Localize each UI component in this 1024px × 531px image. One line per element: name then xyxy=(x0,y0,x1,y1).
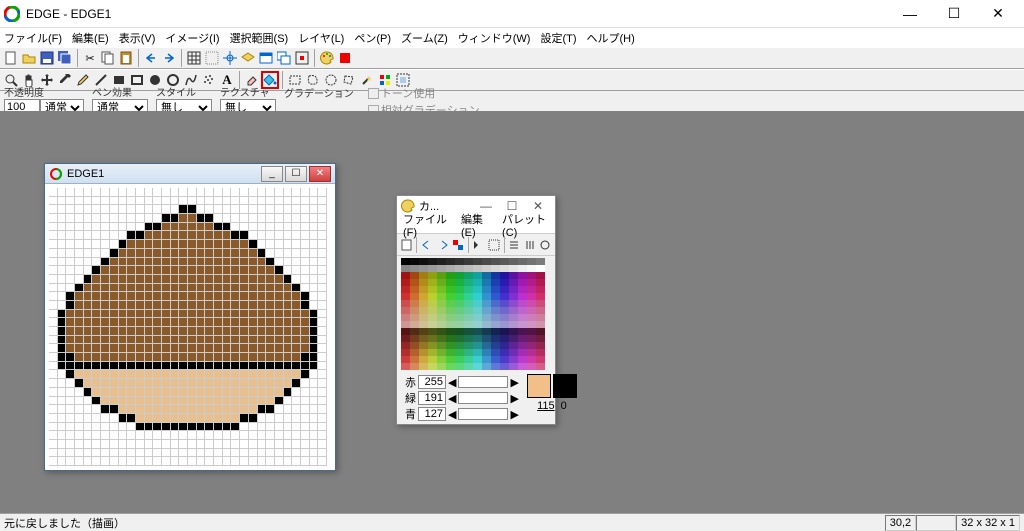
redo-icon[interactable] xyxy=(160,49,178,67)
opacity-label: 不透明度 xyxy=(4,84,44,99)
b-slider[interactable] xyxy=(458,408,508,420)
open-file-icon[interactable] xyxy=(20,49,38,67)
g-slider[interactable] xyxy=(458,392,508,404)
window-icon[interactable] xyxy=(257,49,275,67)
cut-icon[interactable]: ✂ xyxy=(81,49,99,67)
pen-effect-label: ペン効果 xyxy=(92,84,132,99)
r-input[interactable] xyxy=(418,375,446,389)
status-message: 元に戻しました（描画） xyxy=(4,515,885,531)
status-coords: 30,2 xyxy=(885,515,916,531)
menu-image[interactable]: イメージ(I) xyxy=(165,30,219,46)
pal-new-icon[interactable] xyxy=(399,236,414,254)
app-logo-icon xyxy=(49,167,63,181)
palette-toolbar xyxy=(397,234,555,256)
main-titlebar: EDGE - EDGE1 — ☐ ✕ xyxy=(0,0,1024,28)
texture-label: テクスチャ xyxy=(220,84,270,99)
menu-layer[interactable]: レイヤ(L) xyxy=(298,30,344,46)
menu-window[interactable]: ウィンドウ(W) xyxy=(458,30,531,46)
style-label: スタイル xyxy=(156,84,196,99)
new-file-icon[interactable] xyxy=(2,49,20,67)
pal-pick-icon[interactable] xyxy=(471,236,486,254)
menu-zoom[interactable]: ズーム(Z) xyxy=(401,30,448,46)
grid-icon[interactable] xyxy=(185,49,203,67)
menu-help[interactable]: ヘルプ(H) xyxy=(587,30,635,46)
status-size: 32 x 32 x 1 xyxy=(956,515,1020,531)
toolbar-main: ✂ xyxy=(0,47,1024,69)
pal-sort2-icon[interactable] xyxy=(522,236,537,254)
palette-window: カ... — ☐ ✕ ファイル(F) 編集(E) パレット(C) xyxy=(396,195,556,425)
pal-redo-icon[interactable] xyxy=(435,236,450,254)
toolbar-tools: A xyxy=(0,69,1024,91)
windows-icon[interactable] xyxy=(275,49,293,67)
save-all-icon[interactable] xyxy=(56,49,74,67)
g-input[interactable] xyxy=(418,391,446,405)
workspace: EDGE1 _ ☐ ✕ カ... — ☐ ✕ ファイル(F) 編集(E) パレッ… xyxy=(0,111,1024,513)
paste-icon[interactable] xyxy=(117,49,135,67)
pal-select-icon[interactable] xyxy=(486,236,501,254)
layer-icon[interactable] xyxy=(239,49,257,67)
palette-icon[interactable] xyxy=(318,49,336,67)
bg-swatch[interactable] xyxy=(553,374,577,398)
status-bar: 元に戻しました（描画） 30,2 32 x 32 x 1 xyxy=(0,513,1024,531)
main-menubar: ファイル(F) 編集(E) 表示(V) イメージ(I) 選択範囲(S) レイヤ(… xyxy=(0,28,1024,47)
r-label: 赤 xyxy=(405,374,416,390)
position-icon[interactable] xyxy=(293,49,311,67)
copy-icon[interactable] xyxy=(99,49,117,67)
save-icon[interactable] xyxy=(38,49,56,67)
gradient-label: グラデーション xyxy=(284,85,354,100)
palette-menu-palette[interactable]: パレット(C) xyxy=(502,211,549,239)
tone-use-checkbox[interactable]: トーン使用 xyxy=(368,85,480,101)
options-bar: 不透明度 通常 ペン効果 通常 スタイル 無し テクスチャ 無し グラデーション… xyxy=(0,91,1024,113)
r-slider[interactable] xyxy=(458,376,508,388)
palette-menu-file[interactable]: ファイル(F) xyxy=(403,211,449,239)
b-input[interactable] xyxy=(418,407,446,421)
canvas-title: EDGE1 xyxy=(67,168,259,180)
minimize-button[interactable]: — xyxy=(888,0,932,28)
close-button[interactable]: ✕ xyxy=(976,0,1020,28)
child-maximize-button[interactable]: ☐ xyxy=(285,166,307,182)
menu-select[interactable]: 選択範囲(S) xyxy=(230,30,289,46)
palette-menu-edit[interactable]: 編集(E) xyxy=(461,211,490,239)
fg-swatch[interactable] xyxy=(527,374,551,398)
app-logo-icon xyxy=(4,6,20,22)
child-close-button[interactable]: ✕ xyxy=(309,166,331,182)
menu-file[interactable]: ファイル(F) xyxy=(4,30,62,46)
app-title: EDGE - EDGE1 xyxy=(26,7,888,21)
g-label: 緑 xyxy=(405,390,416,406)
palette-index: 115 xyxy=(537,400,555,412)
snap-icon[interactable] xyxy=(221,49,239,67)
menu-view[interactable]: 表示(V) xyxy=(119,30,156,46)
palette-index2: 0 xyxy=(561,400,567,412)
menu-edit[interactable]: 編集(E) xyxy=(72,30,109,46)
pal-sort3-icon[interactable] xyxy=(537,236,552,254)
palette-menubar: ファイル(F) 編集(E) パレット(C) xyxy=(397,216,555,234)
pal-sort1-icon[interactable] xyxy=(506,236,521,254)
b-label: 青 xyxy=(405,406,416,422)
pixel-canvas[interactable] xyxy=(49,188,331,466)
child-minimize-button[interactable]: _ xyxy=(261,166,283,182)
canvas-window: EDGE1 _ ☐ ✕ xyxy=(44,163,336,471)
pal-undo-icon[interactable] xyxy=(419,236,434,254)
maximize-button[interactable]: ☐ xyxy=(932,0,976,28)
grid2-icon[interactable] xyxy=(203,49,221,67)
color-swatch-grid[interactable] xyxy=(401,258,551,370)
undo-icon[interactable] xyxy=(142,49,160,67)
color-icon[interactable] xyxy=(336,49,354,67)
menu-settings[interactable]: 設定(T) xyxy=(540,30,576,46)
menu-pen[interactable]: ペン(P) xyxy=(354,30,391,46)
pal-swap-icon[interactable] xyxy=(450,236,465,254)
